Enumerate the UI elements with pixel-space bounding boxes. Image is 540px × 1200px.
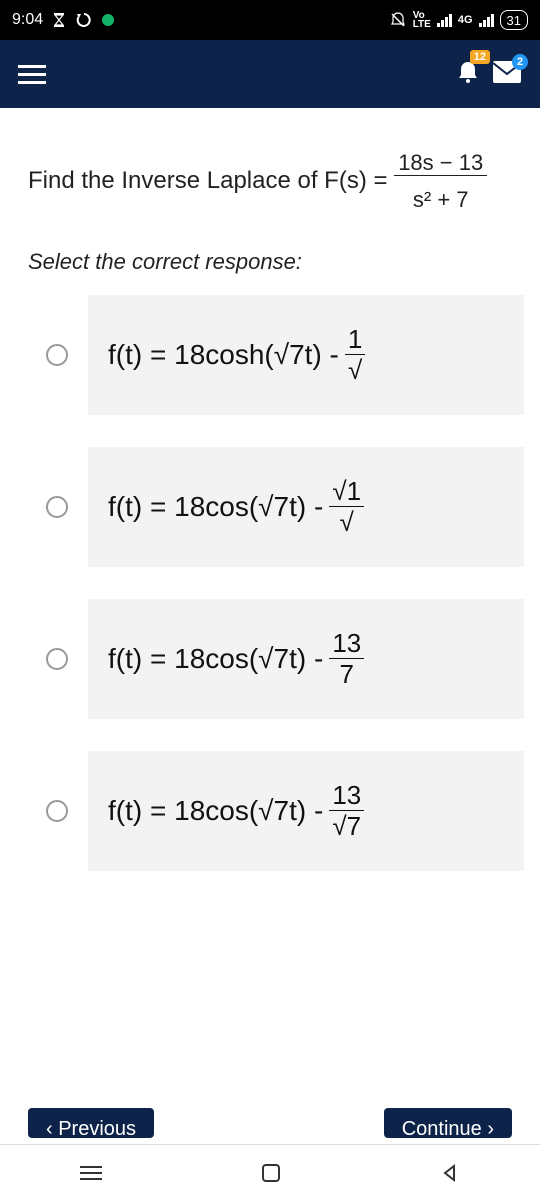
continue-button[interactable]: Continue › bbox=[384, 1108, 512, 1138]
opt4-num: 13 bbox=[329, 780, 364, 811]
opt3-den: 7 bbox=[337, 659, 357, 689]
opt1-num: 1 bbox=[345, 324, 365, 355]
previous-button[interactable]: ‹ Previous bbox=[28, 1108, 154, 1138]
header-actions: 12 2 bbox=[454, 58, 522, 91]
status-right: VoLTE 4G 31 bbox=[389, 10, 528, 30]
question-fraction: 18s − 13 s² + 7 bbox=[394, 144, 487, 219]
options-list: f(t) = 18cosh(√7t) - 1√ f(t) = 18cos(√7t… bbox=[0, 285, 540, 871]
radio-4[interactable] bbox=[46, 800, 68, 822]
dot-icon bbox=[101, 13, 115, 27]
notifications-button[interactable]: 12 bbox=[454, 58, 482, 91]
opt2-num: √1 bbox=[329, 476, 364, 507]
opt4-den: √7 bbox=[329, 811, 364, 841]
option-1[interactable]: f(t) = 18cosh(√7t) - 1√ bbox=[16, 295, 524, 415]
option-2-frac: √1√ bbox=[329, 476, 364, 538]
option-3-frac: 137 bbox=[329, 628, 364, 690]
hourglass-icon bbox=[51, 12, 67, 28]
option-2[interactable]: f(t) = 18cos(√7t) - √1√ bbox=[16, 447, 524, 567]
option-4-frac: 13√7 bbox=[329, 780, 364, 842]
menu-button[interactable] bbox=[18, 65, 46, 84]
opt2-den: √ bbox=[337, 507, 357, 537]
frac-den: s² + 7 bbox=[409, 187, 473, 212]
radio-3[interactable] bbox=[46, 648, 68, 670]
prev-label: ‹ Previous bbox=[46, 1118, 136, 1138]
status-left: 9:04 bbox=[12, 11, 115, 29]
opt3-num: 13 bbox=[329, 628, 364, 659]
question-prefix: Find the Inverse Laplace of F(s) = bbox=[28, 167, 394, 194]
option-2-box: f(t) = 18cos(√7t) - √1√ bbox=[88, 447, 524, 567]
back-button[interactable] bbox=[440, 1163, 460, 1183]
frac-num: 18s − 13 bbox=[394, 150, 487, 176]
mail-badge: 2 bbox=[512, 54, 528, 70]
app-header: 12 2 bbox=[0, 40, 540, 108]
lte-text: LTE bbox=[413, 19, 431, 30]
option-1-main: f(t) = 18cosh(√7t) - bbox=[108, 339, 339, 371]
option-1-box: f(t) = 18cosh(√7t) - 1√ bbox=[88, 295, 524, 415]
opt1-den: √ bbox=[345, 355, 365, 385]
home-button[interactable] bbox=[262, 1164, 280, 1182]
clock: 9:04 bbox=[12, 11, 43, 29]
radio-2[interactable] bbox=[46, 496, 68, 518]
radio-1[interactable] bbox=[46, 344, 68, 366]
android-nav-bar bbox=[0, 1144, 540, 1200]
option-4-main: f(t) = 18cos(√7t) - bbox=[108, 795, 323, 827]
status-bar: 9:04 VoLTE 4G 31 bbox=[0, 0, 540, 40]
signal-icon-1 bbox=[437, 14, 452, 27]
signal-icon-2 bbox=[479, 14, 494, 27]
notif-badge: 12 bbox=[470, 50, 490, 64]
option-3[interactable]: f(t) = 18cos(√7t) - 137 bbox=[16, 599, 524, 719]
refresh-icon bbox=[75, 11, 93, 29]
bottom-buttons: ‹ Previous Continue › bbox=[0, 1108, 540, 1138]
option-4-box: f(t) = 18cos(√7t) - 13√7 bbox=[88, 751, 524, 871]
content-area: Find the Inverse Laplace of F(s) = 18s −… bbox=[0, 108, 540, 871]
next-label: Continue › bbox=[402, 1118, 494, 1138]
recent-apps-button[interactable] bbox=[80, 1166, 102, 1180]
alarm-mute-icon bbox=[389, 11, 407, 29]
question: Find the Inverse Laplace of F(s) = 18s −… bbox=[0, 108, 540, 229]
network-label: 4G bbox=[458, 14, 473, 26]
question-text: Find the Inverse Laplace of F(s) = 18s −… bbox=[28, 167, 487, 194]
option-2-main: f(t) = 18cos(√7t) - bbox=[108, 491, 323, 523]
option-3-box: f(t) = 18cos(√7t) - 137 bbox=[88, 599, 524, 719]
messages-button[interactable]: 2 bbox=[492, 60, 522, 89]
option-4[interactable]: f(t) = 18cos(√7t) - 13√7 bbox=[16, 751, 524, 871]
option-1-frac: 1√ bbox=[345, 324, 365, 386]
battery-level: 31 bbox=[507, 13, 521, 28]
instruction: Select the correct response: bbox=[0, 229, 540, 285]
volte-icon: VoLTE bbox=[413, 11, 431, 29]
battery-icon: 31 bbox=[500, 10, 528, 30]
option-3-main: f(t) = 18cos(√7t) - bbox=[108, 643, 323, 675]
